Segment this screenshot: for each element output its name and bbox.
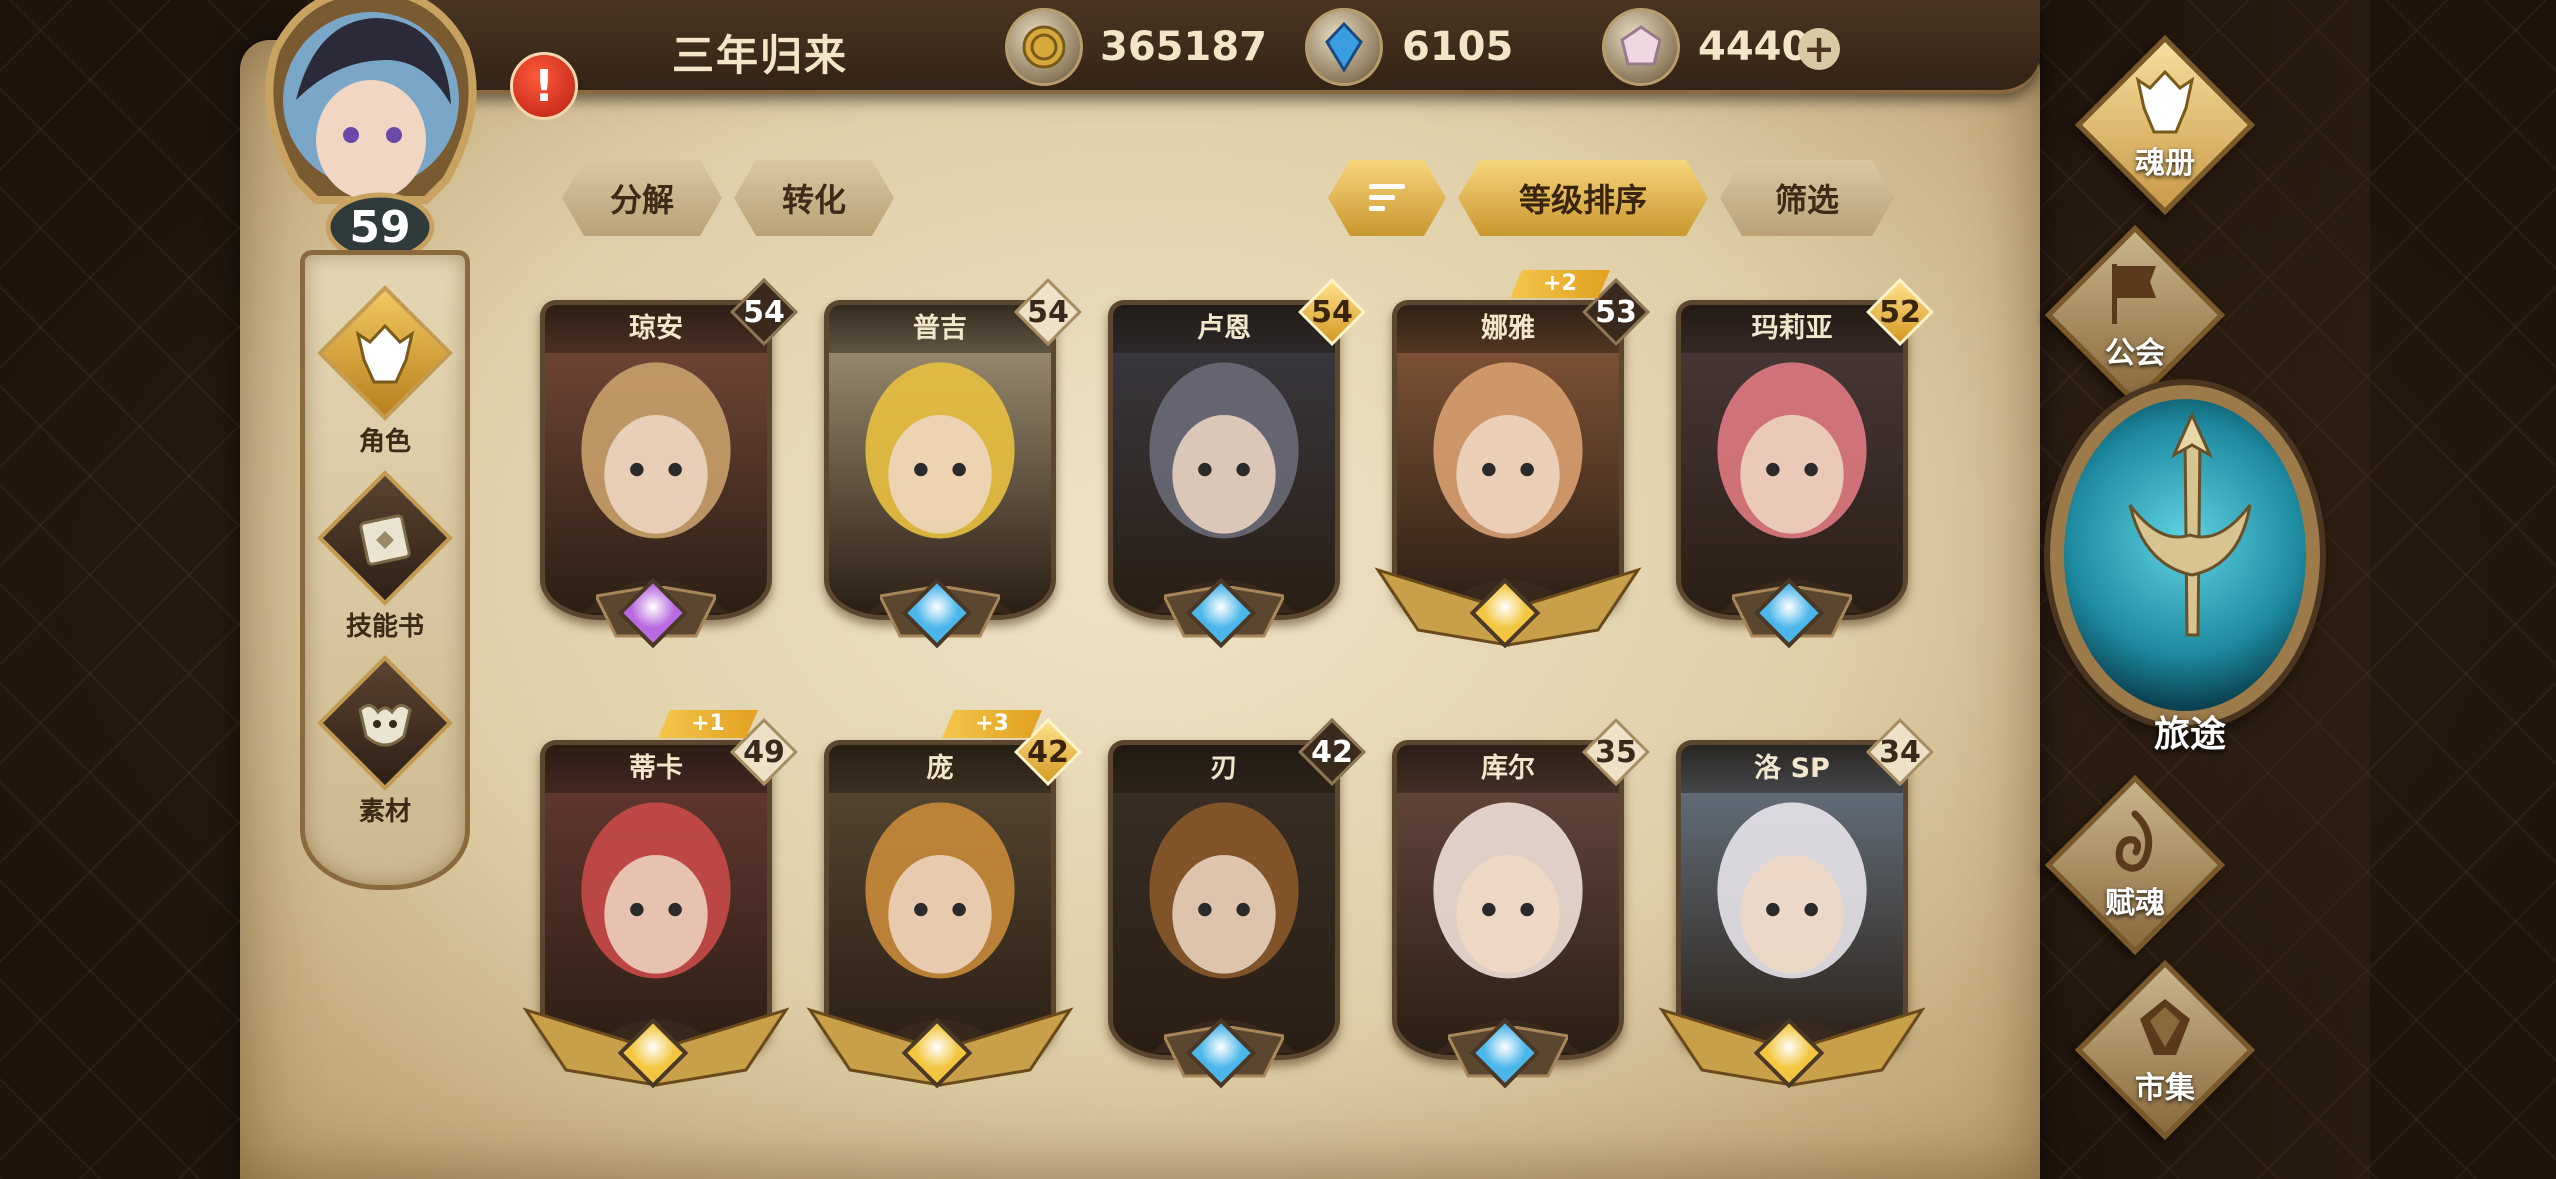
nav-label-materials: 素材	[358, 797, 411, 827]
nav-item-materials[interactable]: 素材	[305, 655, 465, 845]
character-card[interactable]: 琼安 54	[540, 278, 798, 649]
card-frame: 琼安	[540, 300, 772, 620]
card-frame: 玛莉亚	[1676, 300, 1908, 620]
card-level: 54	[1027, 294, 1069, 330]
guild-banner-icon	[2030, 258, 2240, 328]
convert-button[interactable]: 转化	[734, 160, 894, 236]
enhance-plus-tag: +1	[658, 710, 758, 738]
player-name[interactable]: 三年归来	[672, 22, 848, 83]
card-level: 35	[1595, 734, 1637, 770]
nav-item-characters[interactable]: 角色	[305, 285, 465, 475]
character-card[interactable]: 库尔 35	[1392, 718, 1650, 1089]
nav-item-skill-books[interactable]: 技能书	[305, 470, 465, 660]
alert-badge[interactable]: !	[510, 52, 578, 120]
card-level-badge: 54	[1014, 278, 1082, 346]
enhance-plus-tag: +3	[942, 710, 1042, 738]
add-gem-button[interactable]: +	[1798, 28, 1840, 70]
card-frame: 普吉	[824, 300, 1056, 620]
card-level: 52	[1879, 294, 1921, 330]
market-button[interactable]: 市集	[2060, 959, 2270, 1141]
market-label: 市集	[2135, 1071, 2195, 1106]
character-card[interactable]: 卢恩 54	[1108, 278, 1366, 649]
card-level: 42	[1311, 734, 1353, 770]
endow-soul-button[interactable]: 赋魂	[2030, 774, 2240, 956]
character-card[interactable]: 玛莉亚 52	[1676, 278, 1934, 649]
card-level: 34	[1879, 734, 1921, 770]
journey-button[interactable]: 旅途	[2040, 375, 2340, 795]
character-card[interactable]: 刃 42	[1108, 718, 1366, 1089]
flame-swirl-icon	[2030, 808, 2240, 878]
sort-icon	[1365, 180, 1409, 216]
gold-amount: 365187	[1100, 24, 1267, 70]
character-card[interactable]: 娜雅 53 +2	[1374, 300, 1650, 649]
enhance-plus-tag: +2	[1510, 270, 1610, 298]
guild-label: 公会	[2105, 336, 2165, 371]
card-level-badge: 34	[1866, 718, 1934, 786]
character-card[interactable]: 庞 42 +3	[806, 740, 1082, 1089]
card-level: 54	[1311, 294, 1353, 330]
card-level-badge: 52	[1866, 278, 1934, 346]
card-frame: 库尔	[1392, 740, 1624, 1060]
nav-label-skill-books: 技能书	[345, 612, 424, 642]
gold-coin-icon	[1005, 8, 1083, 86]
crystal-icon	[1305, 8, 1383, 86]
diamond-gem-icon	[2060, 993, 2270, 1063]
character-card[interactable]: 洛 SP 34	[1658, 718, 1934, 1089]
card-level-badge: 42	[1298, 718, 1366, 786]
sort-order-button[interactable]	[1328, 160, 1446, 236]
character-card[interactable]: 普吉 54	[824, 278, 1082, 649]
helmet-icon	[2060, 68, 2270, 138]
beast-icon	[305, 685, 465, 765]
nav-label-characters: 角色	[358, 427, 411, 457]
crystal-amount: 6105	[1402, 24, 1514, 70]
gem-amount: 4440	[1698, 24, 1810, 70]
filter-button[interactable]: 筛选	[1720, 160, 1894, 236]
endow-soul-label: 赋魂	[2105, 886, 2165, 921]
trident-emblem-icon	[2128, 411, 2252, 637]
card-frame: 刃	[1108, 740, 1340, 1060]
decompose-button[interactable]: 分解	[562, 160, 722, 236]
sort-by-level-button[interactable]: 等级排序	[1458, 160, 1708, 236]
book-icon	[305, 500, 465, 580]
character-card[interactable]: 蒂卡 49 +1	[522, 740, 798, 1089]
journey-label: 旅途	[2153, 714, 2226, 755]
card-level-badge: 54	[730, 278, 798, 346]
card-level-badge: 54	[1298, 278, 1366, 346]
card-frame: 卢恩	[1108, 300, 1340, 620]
card-level-badge: 35	[1582, 718, 1650, 786]
soul-book-button[interactable]: 魂册	[2060, 34, 2270, 216]
left-nav-panel: 角色 技能书 素材	[300, 250, 470, 890]
soul-book-label: 魂册	[2135, 146, 2195, 181]
helmet-icon	[305, 315, 465, 395]
gem-icon	[1602, 8, 1680, 86]
card-level: 54	[743, 294, 785, 330]
